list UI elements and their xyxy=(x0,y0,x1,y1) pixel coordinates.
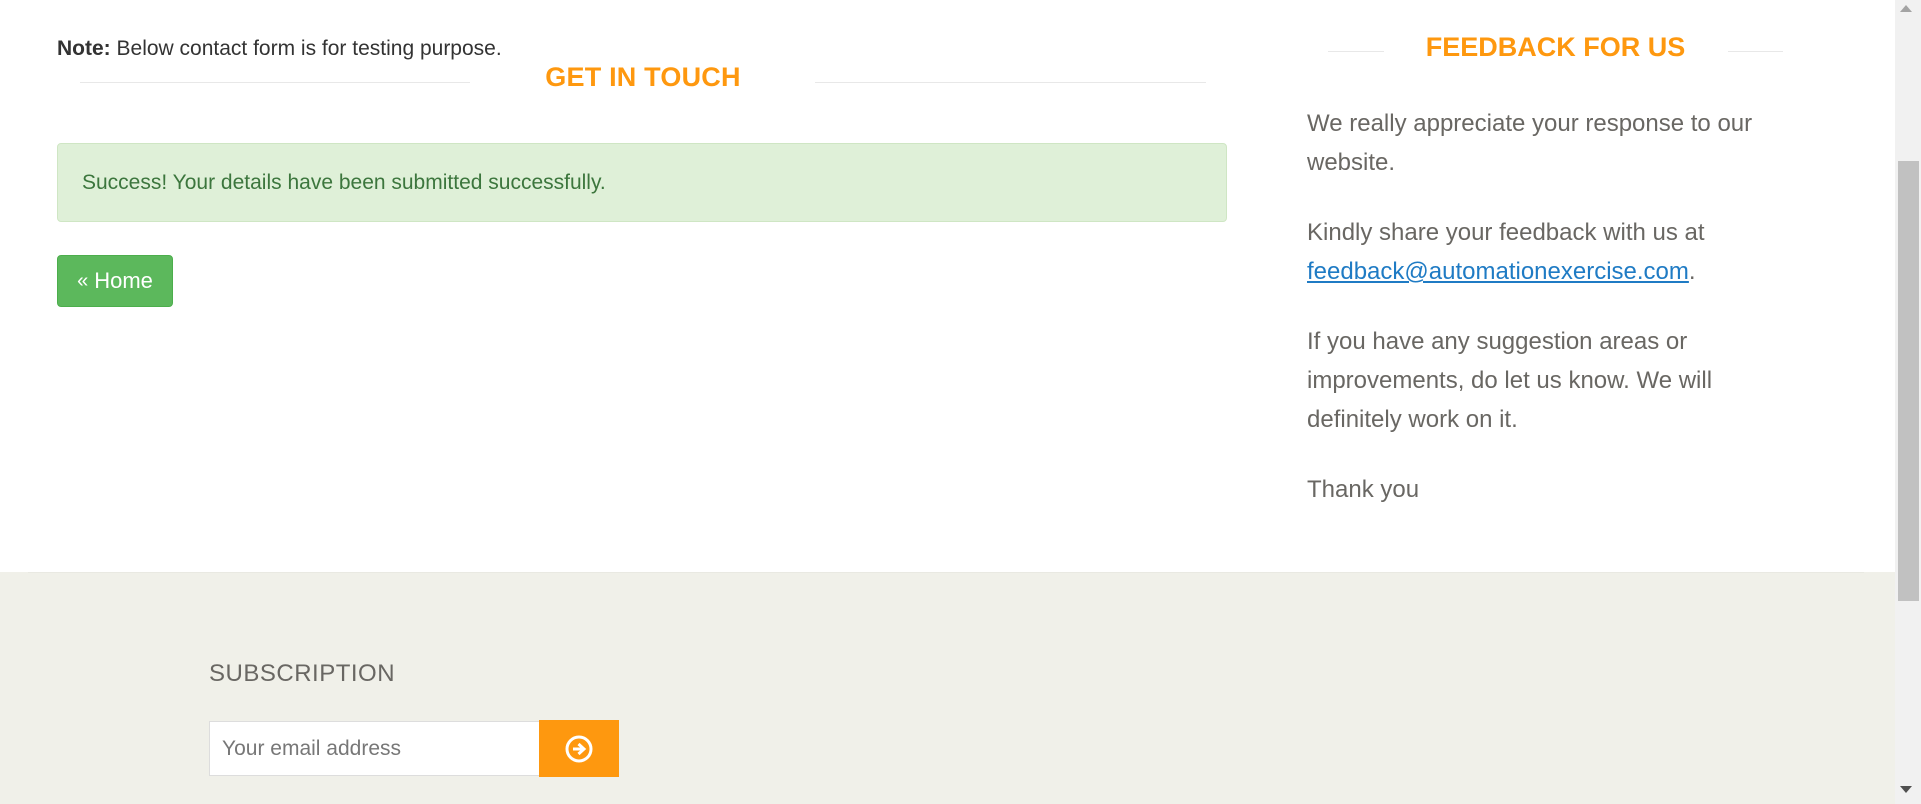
feedback-paragraph-4: Thank you xyxy=(1307,476,1420,503)
feedback-paragraph-3: If you have any suggestion areas or impr… xyxy=(1307,328,1713,433)
subscribe-button[interactable] xyxy=(539,720,619,777)
subscribe-email-input[interactable] xyxy=(209,721,540,776)
get-in-touch-heading: GET IN TOUCH xyxy=(80,62,1206,96)
scroll-down-arrow-icon[interactable] xyxy=(1900,786,1912,793)
double-chevron-left-icon: « xyxy=(77,269,89,292)
note-text: Below contact form is for testing purpos… xyxy=(110,37,502,60)
feedback-p2-text: Kindly share your feedback with us at xyxy=(1307,219,1705,246)
home-button[interactable]: « Home xyxy=(57,255,173,307)
feedback-email-link[interactable]: feedback@automationexercise.com xyxy=(1307,258,1689,285)
success-alert: Success! Your details have been submitte… xyxy=(57,143,1227,222)
home-button-label: Home xyxy=(94,268,153,293)
feedback-text: We really appreciate your response to ou… xyxy=(1307,104,1787,540)
subscription-title: SUBSCRIPTION xyxy=(209,660,396,687)
feedback-title: FEEDBACK FOR US xyxy=(1425,32,1686,62)
test-note: Note: Below contact form is for testing … xyxy=(57,37,502,61)
scroll-up-arrow-icon[interactable] xyxy=(1900,5,1912,12)
note-label: Note: xyxy=(57,37,111,60)
scrollbar-thumb[interactable] xyxy=(1898,161,1919,601)
feedback-heading: FEEDBACK FOR US xyxy=(1328,32,1783,66)
get-in-touch-title: GET IN TOUCH xyxy=(545,62,741,92)
arrow-circle-right-icon xyxy=(565,735,593,762)
page: Note: Below contact form is for testing … xyxy=(0,0,1895,804)
feedback-p2-end: . xyxy=(1688,258,1696,285)
feedback-paragraph-1: We really appreciate your response to ou… xyxy=(1307,110,1753,176)
feedback-paragraph-2: Kindly share your feedback with us at fe… xyxy=(1307,213,1787,291)
footer-divider xyxy=(28,572,1864,573)
